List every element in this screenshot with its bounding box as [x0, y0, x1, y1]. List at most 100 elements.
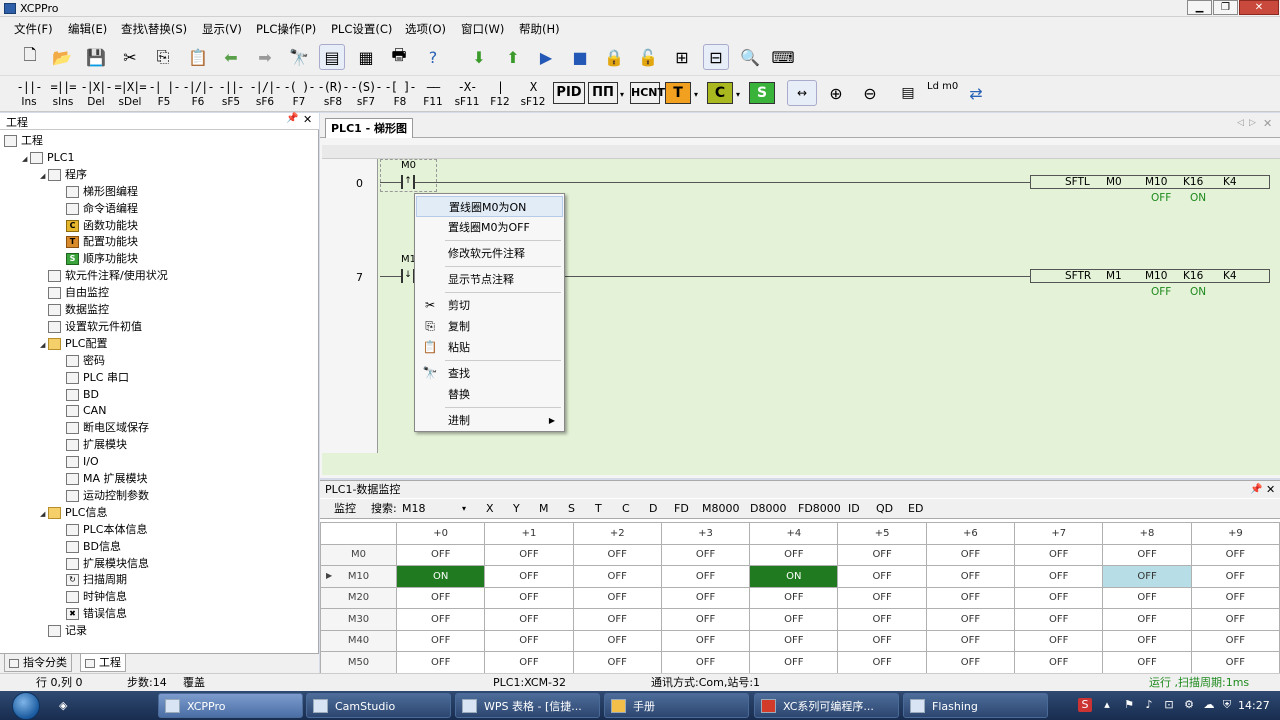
keyboard-icon[interactable]: ⌨	[770, 44, 796, 70]
menu-edit[interactable]: 编辑(E)	[68, 21, 107, 37]
cell-value[interactable]: OFF	[1014, 586, 1104, 609]
grid-icon[interactable]: ▤	[893, 80, 923, 106]
cell-value[interactable]: OFF	[572, 586, 662, 609]
tab-project[interactable]: 工程	[80, 654, 126, 672]
help-icon[interactable]: ?	[420, 44, 446, 70]
context-menu-item[interactable]: 粘贴 📋	[416, 337, 563, 358]
filter-d8000[interactable]: D8000	[750, 500, 786, 518]
print-icon[interactable]: 🖶	[386, 44, 412, 70]
cell-value[interactable]: OFF	[660, 565, 751, 588]
taskbar-item-camstudio[interactable]: CamStudio	[306, 693, 451, 718]
close-icon[interactable]: ✕	[303, 113, 312, 126]
cell-value[interactable]: OFF	[572, 543, 662, 566]
cell-value[interactable]: OFF	[1190, 586, 1280, 609]
cell-value[interactable]: OFF	[660, 543, 751, 566]
step-button[interactable]: S	[749, 82, 775, 104]
menu-find-replace[interactable]: 查找\替换(S)	[121, 21, 187, 37]
search-input[interactable]: M18 ▾	[402, 500, 470, 518]
context-menu-item[interactable]: 替换	[416, 384, 563, 405]
cell-value[interactable]: OFF	[1102, 586, 1192, 609]
cell-value[interactable]: OFF	[395, 629, 486, 652]
tree-item[interactable]: 设置软元件初值	[40, 318, 142, 335]
cell-value[interactable]: OFF	[1014, 543, 1104, 566]
tree-item[interactable]: 运动控制参数	[58, 487, 149, 504]
cell-value[interactable]: OFF	[660, 586, 751, 609]
tree-item[interactable]: C 函数功能块	[58, 217, 138, 234]
tree-item[interactable]: ↻ 扫描周期	[58, 571, 127, 588]
tray-cloud-icon[interactable]: ☁	[1202, 698, 1216, 712]
parallel-nc-button[interactable]: -|/|- sF6	[248, 78, 282, 110]
monitor-grid[interactable]: +0 +1 +2 +3 +4 +5 +6 +7 +8 +9 M0 OFF OFF OFF OFF OFF OFF…	[320, 522, 1280, 674]
tree-item[interactable]: ◢ PLC信息	[40, 504, 107, 521]
new-file-icon[interactable]: 🗋	[17, 44, 43, 70]
filter-d[interactable]: D	[649, 500, 657, 518]
delete-vline-button[interactable]: XsF12	[516, 78, 550, 110]
insert-contact-button[interactable]: -||- Ins	[12, 78, 46, 110]
tree-item[interactable]: I/O	[58, 453, 99, 470]
tree-item[interactable]: 断电区域保存	[58, 419, 149, 436]
timer-button[interactable]: T	[665, 82, 691, 104]
taskbar-item-flashing[interactable]: Flashing	[903, 693, 1048, 718]
save-icon[interactable]: 💾	[83, 44, 109, 70]
cell-value[interactable]: OFF	[1014, 565, 1104, 588]
cell-value[interactable]: OFF	[1102, 608, 1192, 631]
tree-item[interactable]: 数据监控	[40, 301, 109, 318]
tree-item[interactable]: 梯形图编程	[58, 183, 138, 200]
cell-value[interactable]: OFF	[837, 608, 927, 631]
menu-options[interactable]: 选项(O)	[405, 21, 446, 37]
tree-item[interactable]: CAN	[58, 402, 106, 419]
filter-m[interactable]: M	[539, 500, 549, 518]
tray-chevron-icon[interactable]: ▴	[1100, 698, 1114, 712]
hline-button[interactable]: —— F11	[416, 78, 450, 110]
filter-c[interactable]: C	[622, 500, 630, 518]
tray-volume-icon[interactable]: ♪	[1142, 698, 1156, 712]
zoom-out-icon[interactable]: ⊖	[857, 80, 883, 106]
data-monitor-icon[interactable]: ⊟	[703, 44, 729, 70]
cell-value[interactable]: OFF	[837, 651, 927, 674]
menu-help[interactable]: 帮助(H)	[519, 21, 560, 37]
context-menu-item[interactable]: 复制 ⎘	[416, 316, 563, 337]
context-menu-item[interactable]: 置线圈M0为ON	[416, 196, 563, 217]
context-menu-item[interactable]: 置线圈M0为OFF	[416, 217, 563, 238]
cell-value[interactable]: OFF	[837, 586, 927, 609]
chevron-down-icon[interactable]: ▾	[694, 90, 698, 99]
instruction-button[interactable]: -[ ]- F8	[383, 78, 417, 110]
filter-s[interactable]: S	[568, 500, 575, 518]
tab-instructions[interactable]: 指令分类	[4, 654, 72, 672]
tray-shield-icon[interactable]: ⛨	[1220, 698, 1234, 712]
cell-value[interactable]: OFF	[925, 586, 1016, 609]
tree-item[interactable]: 软元件注释/使用状况	[40, 267, 168, 284]
download-icon[interactable]: ⬇	[466, 44, 492, 70]
zoom-in-icon[interactable]: ⊕	[823, 80, 849, 106]
shift-delete-button[interactable]: =|X|= sDel	[113, 78, 147, 110]
cell-value[interactable]: OFF	[1014, 608, 1104, 631]
rising-edge-contact[interactable]: ↑	[401, 175, 415, 189]
filter-m8000[interactable]: M8000	[702, 500, 740, 518]
tree-item[interactable]: PLC本体信息	[58, 521, 147, 538]
cell-value[interactable]: OFF	[749, 586, 839, 609]
cell-value[interactable]: OFF	[749, 608, 839, 631]
tree-item[interactable]: BD	[58, 386, 99, 403]
tab-ladder[interactable]: PLC1 - 梯形图	[325, 118, 414, 138]
tab-close-icon[interactable]: ✕	[1263, 117, 1272, 130]
monitor-button[interactable]: 监控	[334, 500, 356, 518]
context-menu-item[interactable]: 剪切 ✂	[416, 295, 563, 316]
set-coil-button[interactable]: -(S)- sF7	[349, 78, 383, 110]
cell-value[interactable]: OFF	[925, 629, 1016, 652]
table-row[interactable]: M50 OFF OFF OFF OFF OFF OFF OFF OFF OFF OFF	[320, 651, 1280, 674]
pulse-button[interactable]: ΠΠ	[588, 82, 618, 104]
convert-icon[interactable]: ⇄	[963, 80, 989, 106]
cell-value[interactable]: OFF	[749, 629, 839, 652]
close-button[interactable]: ✕	[1239, 0, 1279, 15]
cell-value[interactable]: OFF	[572, 565, 662, 588]
taskbar-item-wps[interactable]: WPS 表格 - [信捷...	[455, 693, 600, 718]
table-row[interactable]: M40 OFF OFF OFF OFF OFF OFF OFF OFF OFF OFF	[320, 629, 1280, 652]
cell-value[interactable]: OFF	[1102, 543, 1192, 566]
copy-icon[interactable]: ⎘	[150, 44, 176, 70]
menu-plc-operation[interactable]: PLC操作(P)	[256, 21, 316, 37]
tree-item[interactable]: ◢ PLC1	[22, 149, 74, 166]
cell-value[interactable]: OFF	[1190, 543, 1280, 566]
pid-button[interactable]: PID	[553, 82, 585, 104]
falling-edge-contact[interactable]: ↓	[401, 269, 415, 283]
tree-item[interactable]: 自由监控	[40, 284, 109, 301]
